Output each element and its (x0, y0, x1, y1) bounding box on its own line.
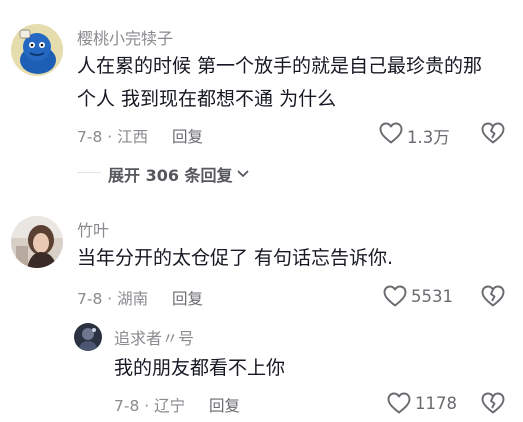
comment-meta: 7-8 · 湖南 (77, 287, 148, 309)
comment-location: 江西 (117, 128, 149, 146)
meta-separator: · (102, 290, 118, 308)
heart-icon[interactable] (383, 285, 407, 307)
comment-location: 湖南 (117, 290, 149, 308)
broken-heart-icon[interactable] (481, 392, 505, 414)
avatar[interactable] (11, 24, 63, 76)
meta-separator: · (139, 397, 155, 415)
reply-button[interactable]: 回复 (209, 394, 240, 416)
reply-meta: 7-8 · 辽宁 (114, 394, 185, 416)
avatar[interactable] (74, 323, 102, 351)
expand-replies-label: 展开 306 条回复 (108, 166, 233, 185)
reply-text: 我的朋友都看不上你 (114, 357, 286, 379)
reply-username[interactable]: 追求者〃号 (114, 325, 194, 349)
broken-heart-icon[interactable] (481, 122, 505, 144)
comment-text: 当年分开的太仓促了 有句话忘告诉你. (77, 247, 394, 269)
comment-username[interactable]: 樱桃小完犊子 (77, 25, 173, 49)
heart-icon[interactable] (387, 392, 411, 414)
reply-date: 7-8 (114, 397, 140, 415)
comment-text: 人在累的时候 第一个放手的就是自己最珍贵的那 (77, 55, 483, 77)
like-count: 1178 (415, 394, 457, 413)
reply-button[interactable]: 回复 (172, 125, 203, 147)
expand-divider (77, 172, 101, 173)
comment-username[interactable]: 竹叶 (77, 217, 109, 241)
comment-meta: 7-8 · 江西 (77, 125, 148, 147)
avatar[interactable] (11, 216, 63, 268)
expand-replies-button[interactable]: 展开 306 条回复 (108, 162, 249, 186)
heart-icon[interactable] (379, 122, 403, 144)
reply-button[interactable]: 回复 (172, 287, 203, 309)
chevron-down-icon (237, 169, 249, 179)
comment-date: 7-8 (77, 290, 103, 308)
comment-text: 个人 我到现在都想不通 为什么 (77, 88, 337, 110)
like-count: 5531 (411, 287, 453, 306)
comment-date: 7-8 (77, 128, 103, 146)
like-count: 1.3万 (407, 128, 450, 147)
meta-separator: · (102, 128, 118, 146)
broken-heart-icon[interactable] (481, 285, 505, 307)
reply-location: 辽宁 (154, 397, 186, 415)
